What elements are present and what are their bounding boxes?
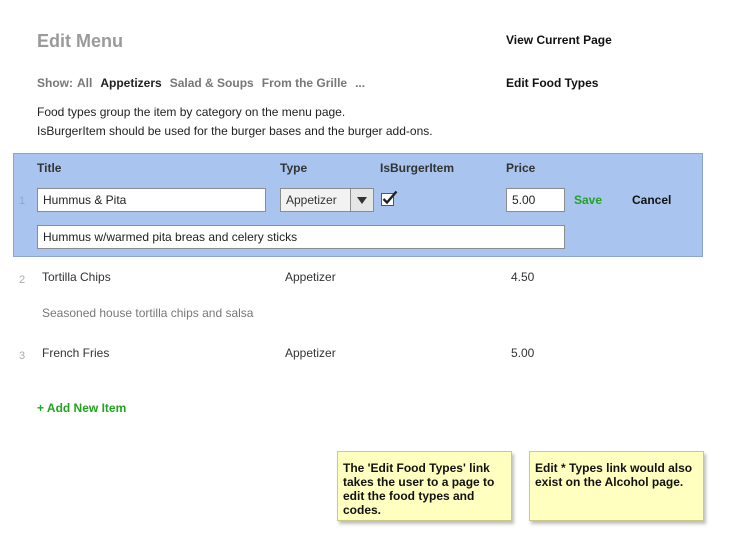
description-line-2: IsBurgerItem should be used for the burg… xyxy=(37,124,433,138)
cancel-button[interactable]: Cancel xyxy=(632,193,671,207)
sticky-note-alcohol-page: Edit * Types link would also exist on th… xyxy=(529,451,704,521)
type-select-value: Appetizer xyxy=(286,193,337,207)
view-current-page-link[interactable]: View Current Page xyxy=(506,33,612,47)
isburgeritem-checkbox[interactable] xyxy=(381,190,398,209)
item-title[interactable]: Tortilla Chips xyxy=(42,270,111,284)
column-header-type: Type xyxy=(280,161,308,175)
add-new-item-button[interactable]: + Add New Item xyxy=(37,401,126,415)
filter-option-all[interactable]: All xyxy=(77,76,92,90)
filter-option-more[interactable]: ... xyxy=(355,76,365,90)
row-number: 2 xyxy=(19,274,26,286)
filter-option-from-the-grille[interactable]: From the Grille xyxy=(262,76,347,90)
type-select[interactable]: Appetizer xyxy=(280,188,374,212)
chevron-down-icon[interactable] xyxy=(350,189,373,211)
page-title: Edit Menu xyxy=(37,31,123,51)
item-title[interactable]: French Fries xyxy=(42,346,109,360)
save-button[interactable]: Save xyxy=(574,193,602,207)
item-description: Seasoned house tortilla chips and salsa xyxy=(42,306,254,320)
item-type: Appetizer xyxy=(285,270,336,284)
row-number: 1 xyxy=(19,195,26,207)
filter-show-label: Show: xyxy=(37,76,73,90)
description-input[interactable] xyxy=(37,225,565,249)
column-header-isburgeritem: IsBurgerItem xyxy=(380,161,455,175)
sticky-note-edit-food-types: The 'Edit Food Types' link takes the use… xyxy=(337,451,512,521)
item-price: 4.50 xyxy=(511,270,535,284)
edit-food-types-link[interactable]: Edit Food Types xyxy=(506,76,598,90)
filter-option-salad-soups[interactable]: Salad & Soups xyxy=(170,76,254,90)
item-price: 5.00 xyxy=(511,346,535,360)
checkmark-icon xyxy=(381,190,398,209)
column-header-title: Title xyxy=(37,161,62,175)
title-input[interactable] xyxy=(37,188,266,212)
filter-bar: Show: All Appetizers Salad & Soups From the … xyxy=(37,76,373,90)
row-number: 3 xyxy=(19,350,26,362)
price-input[interactable] xyxy=(506,188,565,212)
filter-option-appetizers[interactable]: Appetizers xyxy=(100,76,161,90)
column-header-price: Price xyxy=(506,161,536,175)
item-type: Appetizer xyxy=(285,346,336,360)
description-line-1: Food types group the item by category on… xyxy=(37,105,346,119)
